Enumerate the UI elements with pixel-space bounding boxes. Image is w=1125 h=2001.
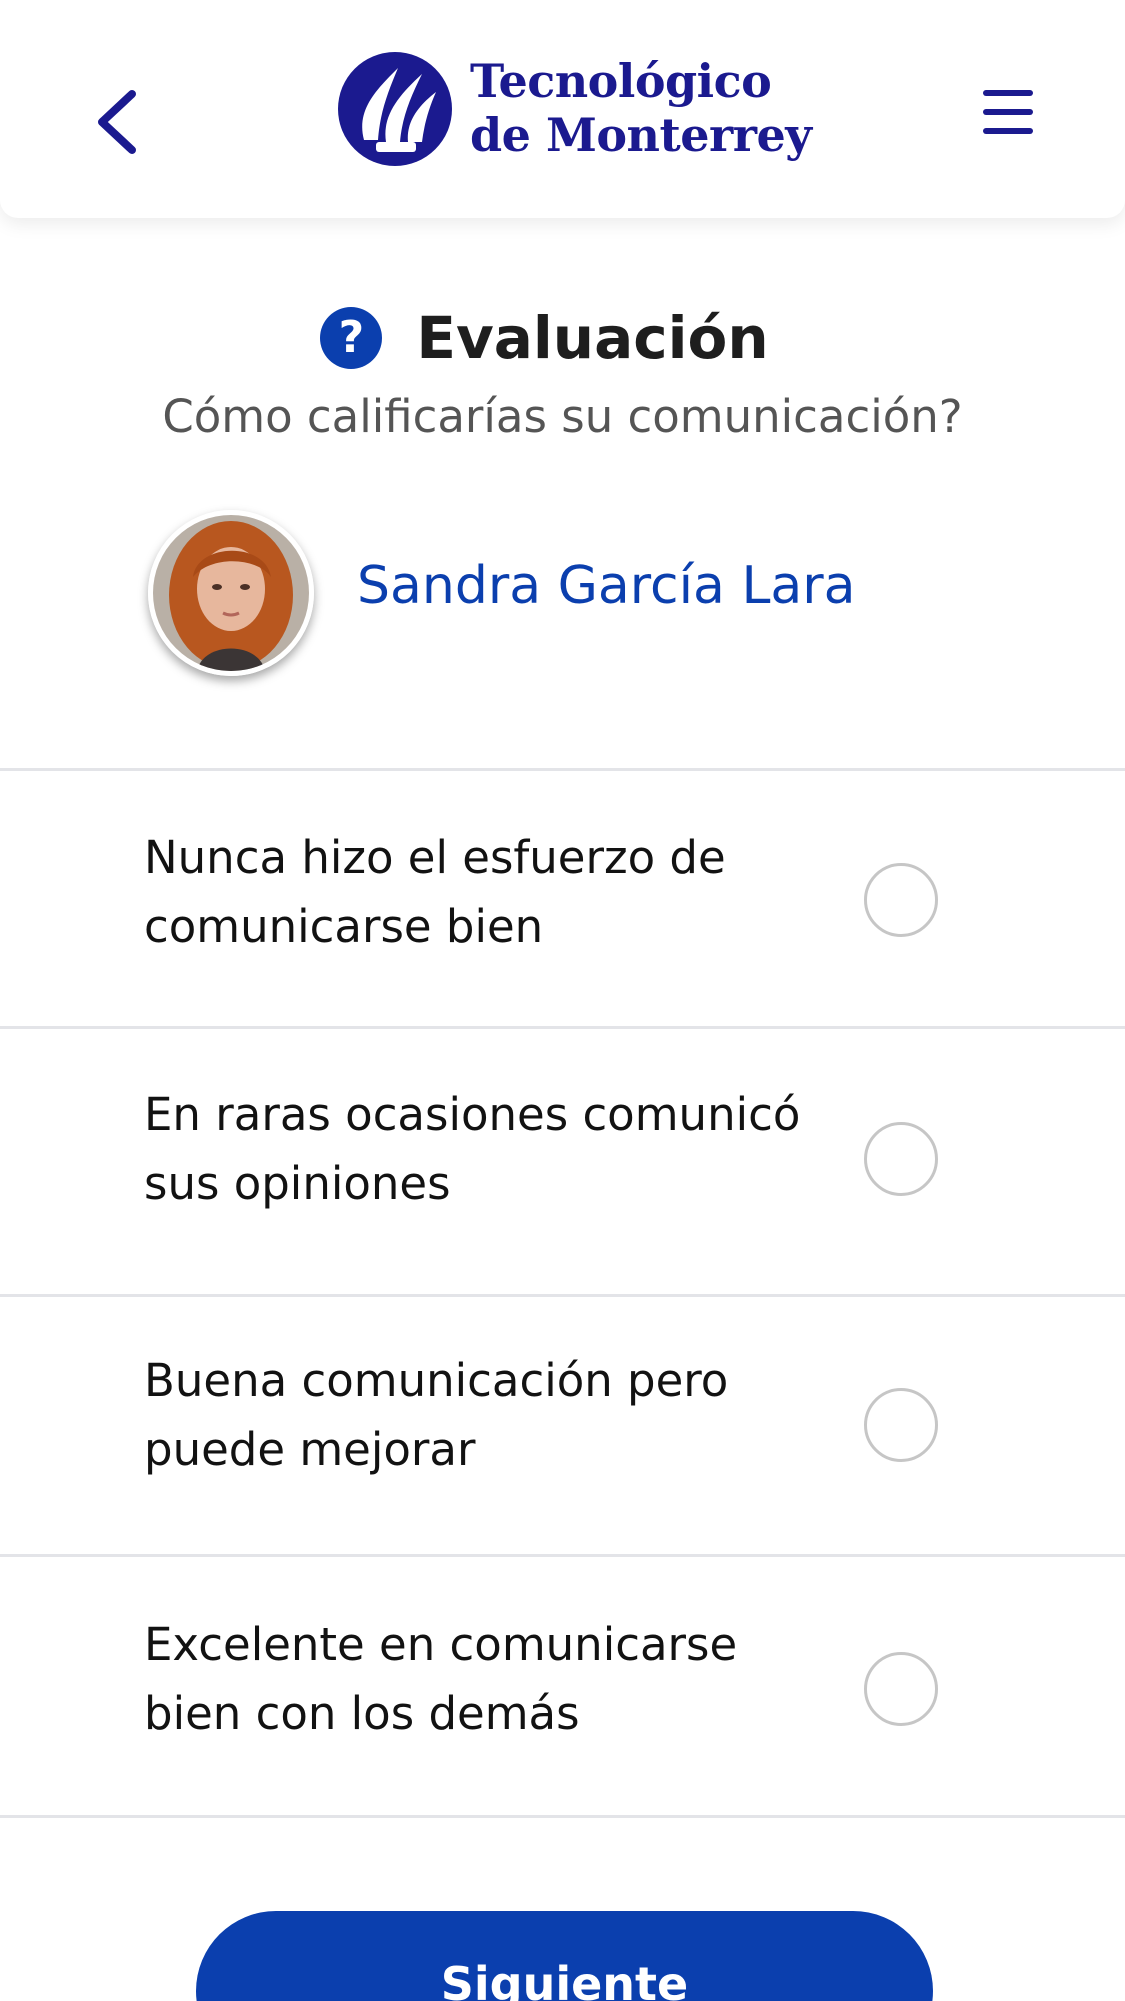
menu-button[interactable] [980,86,1036,138]
option-row[interactable]: Excelente en comunicarse bien con los de… [0,1554,1125,1818]
option-label: Excelente en comunicarse bien con los de… [144,1618,738,1740]
option-row[interactable]: En raras ocasiones comunicó sus opinione… [0,1026,1125,1294]
option-label: Buena comunicación pero puede mejorar [144,1354,729,1476]
logo-line-1: Tecnológico [470,54,772,108]
radio-button[interactable] [864,863,938,937]
profile-photo [153,515,309,671]
option-row[interactable]: Buena comunicación pero puede mejorar [0,1294,1125,1554]
option-label: En raras ocasiones comunicó sus opinione… [144,1088,801,1210]
radio-button[interactable] [864,1122,938,1196]
radio-button[interactable] [864,1652,938,1726]
radio-button[interactable] [864,1388,938,1462]
tec-logo: Tecnológico de Monterrey [336,48,812,174]
chevron-left-icon [98,90,136,154]
evaluation-heading: ? Evaluación [0,298,1125,378]
option-label: Nunca hizo el esfuerzo de comunicarse bi… [144,831,726,953]
question-circle-icon: ? [320,307,383,369]
person-name: Sandra García Lara [357,556,856,616]
option-row[interactable]: Nunca hizo el esfuerzo de comunicarse bi… [0,768,1125,1026]
hamburger-menu-icon [983,90,1033,134]
back-button[interactable] [88,84,148,160]
rating-options: Nunca hizo el esfuerzo de comunicarse bi… [0,768,1125,1818]
next-button[interactable]: Siguiente [196,1911,933,2001]
evaluation-screen: Tecnológico de Monterrey ? Evaluación Có… [0,0,1125,2001]
logo-line-2: de Monterrey [470,108,812,162]
avatar [148,510,314,676]
question-text: Cómo calificarías su comunicación? [162,390,963,443]
app-header: Tecnológico de Monterrey [0,0,1125,218]
flame-logo-icon [338,52,452,166]
page-title: Evaluación [416,304,769,372]
